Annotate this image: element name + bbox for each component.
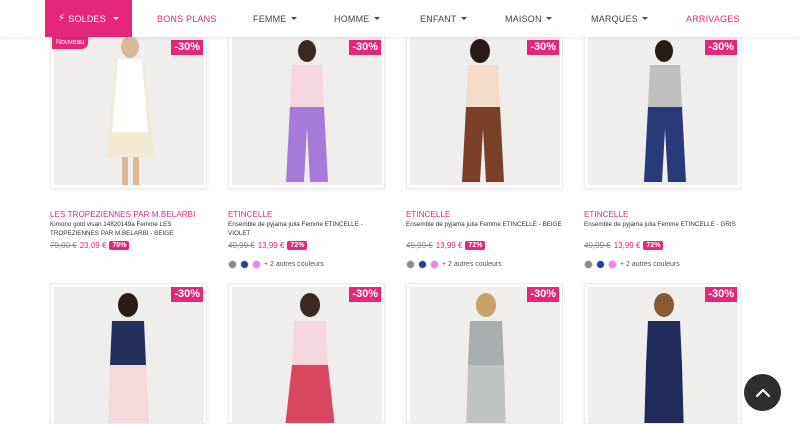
nav-marques[interactable]: MARQUES: [591, 0, 648, 37]
swatch-pink[interactable]: [608, 260, 617, 269]
swatch-navy[interactable]: [240, 260, 249, 269]
chevron-up-icon: [755, 388, 770, 397]
chevron-down-icon: [112, 17, 119, 20]
product-image-frame[interactable]: Nouveau -30%: [50, 36, 207, 189]
old-price: 79,00 €: [50, 241, 77, 250]
product-photo: [54, 287, 204, 423]
new-price: 23,09 €: [79, 241, 107, 250]
discount-badge: -30%: [171, 287, 203, 302]
model-pajama-navy-figure: [588, 287, 738, 423]
more-colors-link[interactable]: + 2 autres couleurs: [264, 261, 324, 268]
product-image-frame[interactable]: -30%: [584, 36, 741, 189]
old-price: 49,99 €: [584, 241, 611, 250]
product-image-frame[interactable]: -30%: [584, 283, 741, 424]
old-price: 49,99 €: [228, 241, 255, 250]
main-nav: ⚡︎ SOLDES BONS PLANS FEMME HOMME ENFANT …: [0, 0, 800, 37]
product-photo: [588, 287, 738, 423]
discount-badge: -30%: [171, 40, 203, 55]
product-photo: [410, 287, 560, 423]
product-brand[interactable]: ETINCELLE: [406, 210, 450, 219]
product-title[interactable]: Ensemble de pyjama julia Femme ETINCELLE…: [406, 221, 563, 230]
scroll-to-top-button[interactable]: [744, 374, 781, 411]
nav-bons-plans-label: BONS PLANS: [157, 13, 217, 24]
new-price: 13,99 €: [613, 241, 641, 250]
model-pajama-hearts-figure: [54, 287, 204, 423]
bolt-icon: ⚡︎: [58, 13, 66, 24]
chevron-down-icon: [545, 17, 552, 20]
color-swatches: + 2 autres couleurs: [406, 260, 502, 269]
product-brand[interactable]: ETINCELLE: [228, 210, 272, 219]
nav-femme[interactable]: FEMME: [253, 0, 297, 37]
product-title[interactable]: Ensemble de pyjama julia Femme ETINCELLE…: [228, 221, 385, 238]
discount-badge: -30%: [705, 287, 737, 302]
swatch-pink[interactable]: [252, 260, 261, 269]
chevron-down-icon: [460, 17, 467, 20]
product-photo: [54, 37, 204, 185]
new-price: 13,99 €: [257, 241, 285, 250]
discount-badge: -30%: [705, 40, 737, 55]
model-kimono-figure: [54, 37, 204, 185]
new-price: 13,99 €: [435, 241, 463, 250]
swatch-gray[interactable]: [406, 260, 415, 269]
nav-femme-label: FEMME: [253, 13, 287, 24]
swatch-gray[interactable]: [584, 260, 593, 269]
product-title[interactable]: Ensemble de pyjama julia Femme ETINCELLE…: [584, 221, 741, 230]
nav-homme[interactable]: HOMME: [334, 0, 380, 37]
nav-soldes-label: SOLDES: [68, 13, 106, 24]
product-brand[interactable]: ETINCELLE: [584, 210, 628, 219]
nav-bons-plans[interactable]: BONS PLANS: [157, 0, 217, 37]
swatch-navy[interactable]: [596, 260, 605, 269]
swatch-navy[interactable]: [418, 260, 427, 269]
product-image-frame[interactable]: -30%: [228, 283, 385, 424]
product-brand[interactable]: LES TROPEZIENNES PAR M.BELARBI: [50, 210, 195, 219]
percent-badge: 72%: [465, 241, 486, 250]
discount-badge: -30%: [349, 287, 381, 302]
product-photo: [232, 37, 382, 185]
discount-badge: -30%: [349, 40, 381, 55]
nav-arrivages[interactable]: ARRIVAGES: [686, 0, 740, 37]
chevron-down-icon: [641, 17, 648, 20]
model-pajama-red-figure: [232, 287, 382, 423]
product-image-frame[interactable]: -30%: [406, 36, 563, 189]
model-pajama-gris-figure: [588, 37, 738, 185]
chevron-down-icon: [290, 17, 297, 20]
nav-arrivages-label: ARRIVAGES: [686, 13, 740, 24]
old-price: 49,99 €: [406, 241, 433, 250]
nav-homme-label: HOMME: [334, 13, 370, 24]
product-photo: [232, 287, 382, 423]
product-photo: [410, 37, 560, 185]
model-pajama-beige-figure: [410, 37, 560, 185]
discount-badge: -30%: [527, 287, 559, 302]
product-image-frame[interactable]: -30%: [406, 283, 563, 424]
product-prices: 49,99 € 13,99 € 72%: [228, 241, 308, 250]
swatch-pink[interactable]: [430, 260, 439, 269]
model-pajama-violet-figure: [232, 37, 382, 185]
nav-marques-label: MARQUES: [591, 13, 638, 24]
nav-soldes[interactable]: ⚡︎ SOLDES: [45, 0, 132, 37]
product-prices: 79,00 € 23,09 € 70%: [50, 241, 130, 250]
product-photo: [588, 37, 738, 185]
swatch-gray[interactable]: [228, 260, 237, 269]
nav-maison[interactable]: MAISON: [505, 0, 552, 37]
nav-enfant-label: ENFANT: [420, 13, 457, 24]
nav-enfant[interactable]: ENFANT: [420, 0, 467, 37]
model-pajama-gray-figure: [410, 287, 560, 423]
chevron-down-icon: [373, 17, 380, 20]
discount-badge: -30%: [527, 40, 559, 55]
product-image-frame[interactable]: -30%: [50, 283, 207, 424]
product-title[interactable]: Kimono gold visan 14820149a Femme LES TR…: [50, 221, 207, 238]
color-swatches: + 2 autres couleurs: [584, 260, 680, 269]
percent-badge: 72%: [643, 241, 664, 250]
more-colors-link[interactable]: + 2 autres couleurs: [442, 261, 502, 268]
percent-badge: 70%: [109, 241, 130, 250]
color-swatches: + 2 autres couleurs: [228, 260, 324, 269]
new-badge: Nouveau: [52, 37, 89, 49]
product-image-frame[interactable]: -30%: [228, 36, 385, 189]
more-colors-link[interactable]: + 2 autres couleurs: [620, 261, 680, 268]
nav-maison-label: MAISON: [505, 13, 542, 24]
product-prices: 49,99 € 13,99 € 72%: [406, 241, 486, 250]
product-prices: 49,99 € 13,99 € 72%: [584, 241, 664, 250]
percent-badge: 72%: [287, 241, 308, 250]
